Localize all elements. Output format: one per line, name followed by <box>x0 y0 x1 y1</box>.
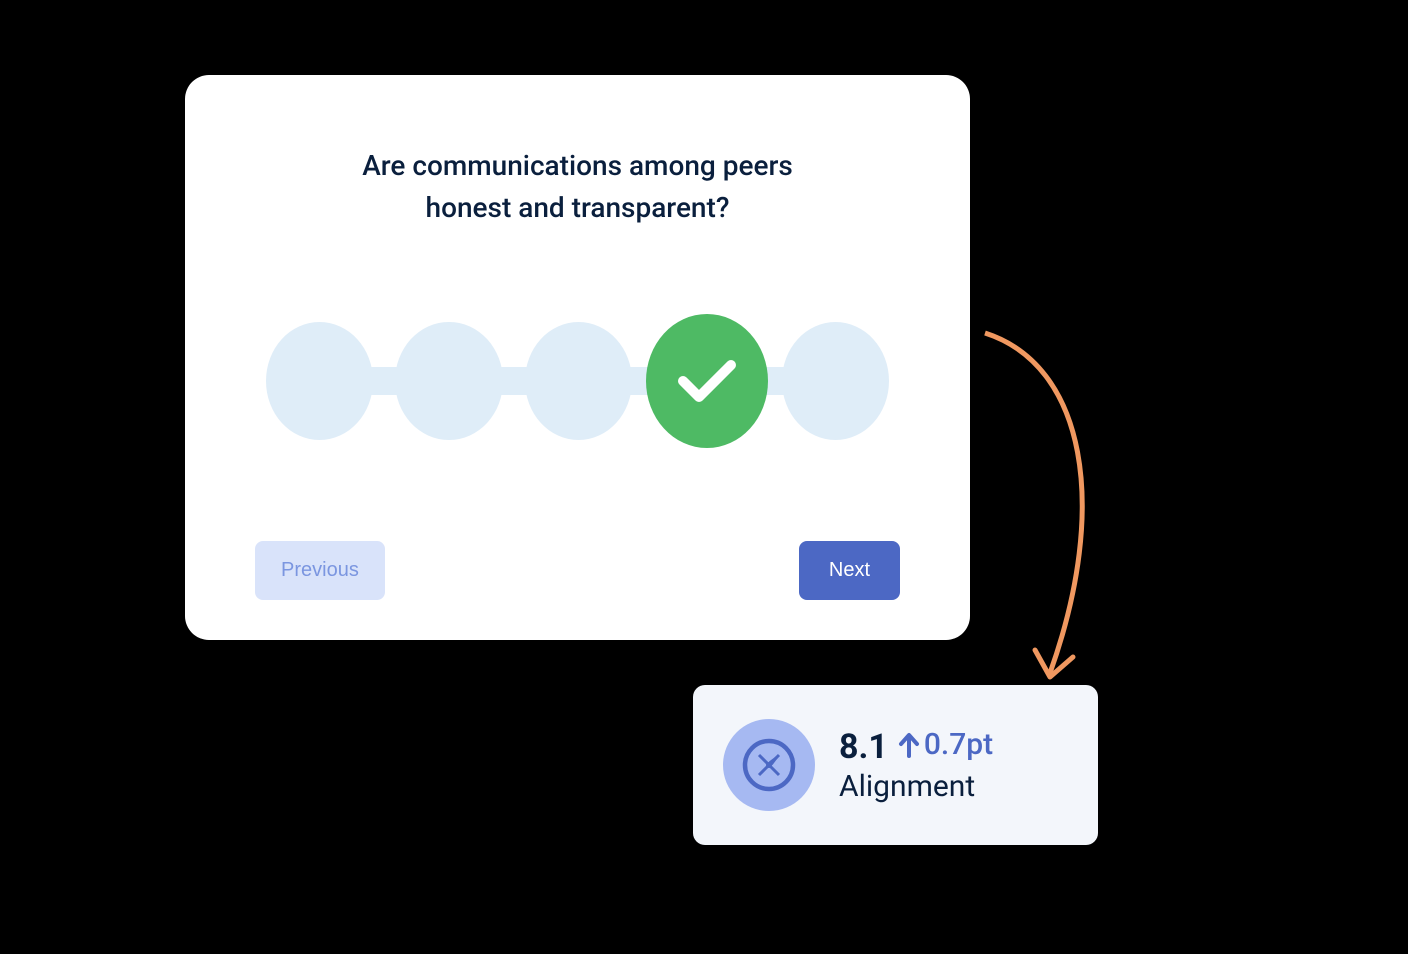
next-button[interactable]: Next <box>799 541 900 600</box>
metric-text: 8.1 0.7pt Alignment <box>839 727 993 804</box>
metric-delta: 0.7pt <box>898 727 993 762</box>
metric-delta-value: 0.7pt <box>924 727 993 762</box>
metric-icon-circle <box>723 719 815 811</box>
rating-option-5[interactable] <box>782 322 889 440</box>
survey-question: Are communications among peers honest an… <box>318 145 838 229</box>
rating-scale <box>255 314 900 448</box>
survey-card: Are communications among peers honest an… <box>185 75 970 640</box>
previous-button[interactable]: Previous <box>255 541 385 600</box>
checkmark-icon <box>677 357 737 405</box>
metric-top-row: 8.1 0.7pt <box>839 727 993 767</box>
rating-option-1[interactable] <box>266 322 373 440</box>
rating-option-4[interactable] <box>646 314 768 448</box>
compass-icon <box>741 737 797 793</box>
metric-score: 8.1 <box>839 727 888 767</box>
metric-card: 8.1 0.7pt Alignment <box>693 685 1098 845</box>
flow-arrow-icon <box>965 325 1125 695</box>
rating-option-2[interactable] <box>395 322 502 440</box>
metric-label: Alignment <box>839 769 993 804</box>
nav-buttons: Previous Next <box>255 541 900 600</box>
arrow-up-icon <box>898 732 920 758</box>
rating-option-3[interactable] <box>525 322 632 440</box>
